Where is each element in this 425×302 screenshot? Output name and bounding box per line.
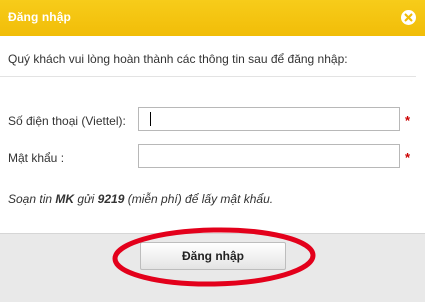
hint-prefix: Soạn tin	[8, 192, 56, 206]
hint-number: 9219	[97, 192, 125, 206]
close-button[interactable]	[401, 10, 416, 25]
phone-input[interactable]	[138, 107, 400, 131]
password-required-mark: *	[405, 150, 411, 165]
hint-keyword: MK	[55, 192, 75, 206]
password-label: Mật khẩu :	[8, 151, 65, 165]
close-icon	[404, 13, 413, 22]
password-hint: Soạn tin MK gửi 9219 (miễn phí) để lấy m…	[8, 192, 273, 206]
divider	[0, 76, 416, 77]
hint-suffix: (miễn phí) để lấy mật khẩu.	[124, 192, 274, 206]
login-dialog: Đăng nhập Quý khách vui lòng hoàn thành …	[0, 0, 425, 302]
dialog-titlebar: Đăng nhập	[0, 0, 425, 36]
dialog-title: Đăng nhập	[8, 10, 71, 24]
login-button[interactable]: Đăng nhập	[140, 242, 286, 270]
phone-label: Số điện thoại (Viettel):	[8, 114, 126, 128]
hint-middle: gửi	[74, 192, 98, 206]
phone-required-mark: *	[405, 113, 411, 128]
text-caret	[150, 112, 151, 126]
password-input[interactable]	[138, 144, 400, 168]
intro-text: Quý khách vui lòng hoàn thành các thông …	[8, 52, 348, 66]
